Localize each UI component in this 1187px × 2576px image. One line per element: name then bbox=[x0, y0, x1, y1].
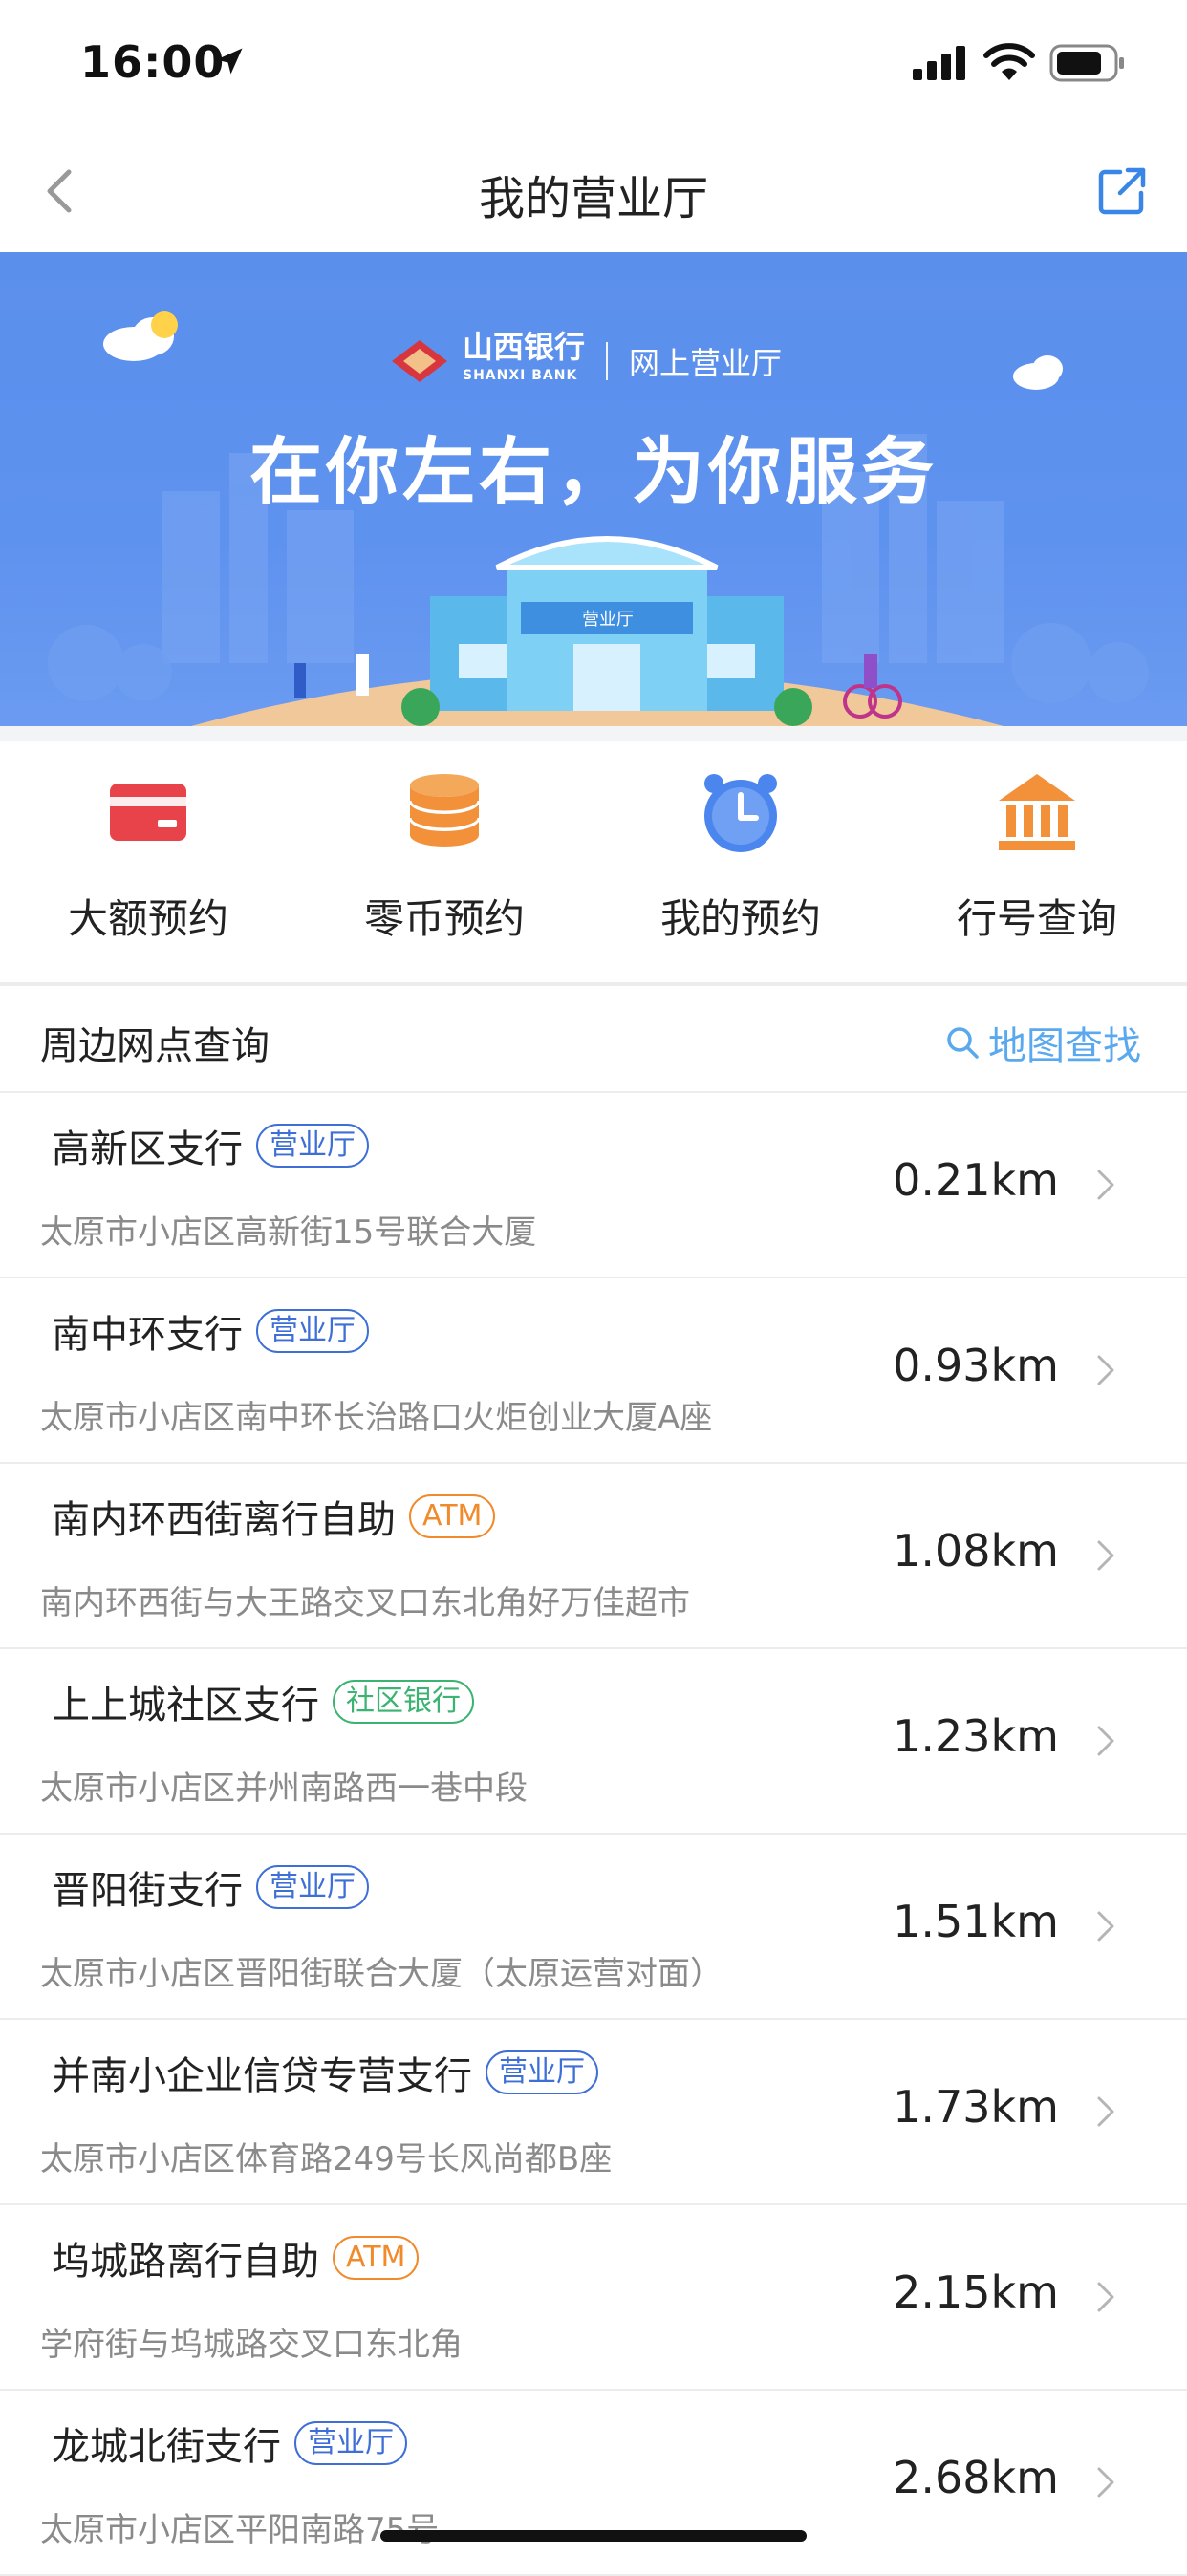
branch-name: 并南小企业信贷专营支行 bbox=[52, 2054, 472, 2098]
promo-banner[interactable]: 营业厅 山西银行 SHANXI BANK 网上营业厅 在你左右，为你服务 bbox=[0, 252, 1187, 726]
chevron-right-icon bbox=[1097, 2467, 1114, 2498]
bank-name: 山西银行 SHANXI BANK bbox=[463, 332, 585, 390]
nearby-section-header: 周边网点查询 地图查找 bbox=[0, 986, 1187, 1093]
branch-name: 晋阳街支行 bbox=[52, 1869, 243, 1913]
branch-distance: 2.15km bbox=[893, 2266, 1059, 2318]
bank-name-cn: 山西银行 bbox=[463, 329, 586, 365]
branch-distance: 1.08km bbox=[893, 1525, 1059, 1577]
bank-icon bbox=[999, 774, 1075, 850]
page-title: 我的营业厅 bbox=[478, 172, 708, 225]
branch-type-badge: 营业厅 bbox=[256, 1124, 369, 1168]
quick-action-large-amount[interactable]: 大额预约 bbox=[0, 768, 296, 945]
share-button[interactable] bbox=[1095, 164, 1149, 218]
branch-list: 高新区支行 营业厅 太原市小店区高新街15号联合大厦 0.21km 南中环支行 营业… bbox=[0, 1093, 1187, 2576]
branch-address: 学府街与坞城路交叉口东北角 bbox=[40, 2326, 463, 2364]
branch-name: 高新区支行 bbox=[52, 1127, 243, 1171]
quick-action-bank-code[interactable]: 行号查询 bbox=[889, 768, 1185, 945]
banner-slogan: 在你左右，为你服务 bbox=[249, 429, 938, 514]
card-icon bbox=[110, 784, 186, 841]
branch-distance: 1.23km bbox=[893, 1710, 1059, 1762]
branch-type-badge: 营业厅 bbox=[256, 1309, 369, 1353]
quick-action-my-reservation[interactable]: 我的预约 bbox=[593, 768, 889, 945]
list-item[interactable]: 高新区支行 营业厅 太原市小店区高新街15号联合大厦 0.21km bbox=[0, 1093, 1187, 1278]
logo-divider bbox=[606, 342, 609, 380]
branch-type-badge: 营业厅 bbox=[486, 2050, 598, 2094]
branch-distance: 1.51km bbox=[893, 1896, 1059, 1947]
alarm-clock-icon bbox=[704, 774, 777, 852]
branch-address: 太原市小店区南中环长治路口火炬创业大厦A座 bbox=[40, 1399, 713, 1437]
list-item[interactable]: 南中环支行 营业厅 太原市小店区南中环长治路口火炬创业大厦A座 0.93km bbox=[0, 1278, 1187, 1464]
status-time: 16:00 bbox=[80, 36, 226, 88]
branch-name: 上上城社区支行 bbox=[52, 1684, 319, 1728]
branch-distance: 1.73km bbox=[893, 2081, 1059, 2133]
list-item[interactable]: 晋阳街支行 营业厅 太原市小店区晋阳街联合大厦（太原运营对面） 1.51km bbox=[0, 1835, 1187, 2020]
divider bbox=[0, 726, 1187, 741]
branch-name: 龙城北街支行 bbox=[52, 2425, 281, 2469]
chevron-right-icon bbox=[1097, 2096, 1114, 2127]
branch-type-badge: ATM bbox=[333, 2236, 420, 2280]
bank-logo: 山西银行 SHANXI BANK 网上营业厅 bbox=[386, 331, 782, 392]
branch-address: 太原市小店区体育路249号长风尚都B座 bbox=[40, 2140, 613, 2179]
quick-action-label: 大额预约 bbox=[67, 895, 228, 942]
section-title: 周边网点查询 bbox=[40, 1024, 270, 1068]
branch-address: 南内环西街与大王路交叉口东北角好万佳超市 bbox=[40, 1584, 690, 1622]
quick-actions: 大额预约 零币预约 我的预约 行号查询 bbox=[0, 741, 1187, 982]
branch-distance: 0.93km bbox=[893, 1340, 1059, 1391]
wifi-icon bbox=[983, 43, 1035, 80]
quick-action-label: 我的预约 bbox=[659, 895, 821, 942]
branch-address: 太原市小店区平阳南路75号 bbox=[40, 2511, 440, 2549]
map-search-button[interactable]: 地图查找 bbox=[944, 1015, 1141, 1070]
branch-name: 南内环西街离行自助 bbox=[52, 1498, 396, 1542]
quick-action-label: 零币预约 bbox=[363, 895, 525, 942]
search-icon bbox=[947, 1027, 979, 1059]
chevron-right-icon bbox=[1097, 1355, 1114, 1385]
chevron-right-icon bbox=[1097, 1911, 1114, 1942]
list-item[interactable]: 并南小企业信贷专营支行 营业厅 太原市小店区体育路249号长风尚都B座 1.73k… bbox=[0, 2020, 1187, 2205]
channel-name: 网上营业厅 bbox=[629, 345, 783, 381]
list-item[interactable]: 龙城北街支行 营业厅 太原市小店区平阳南路75号 2.68km bbox=[0, 2391, 1187, 2576]
status-bar: 16:00 bbox=[0, 0, 1187, 124]
chevron-right-icon bbox=[1097, 2282, 1114, 2312]
chevron-right-icon bbox=[1097, 1540, 1114, 1571]
map-search-label: 地图查找 bbox=[988, 1024, 1141, 1068]
bank-logo-icon bbox=[392, 340, 447, 382]
list-item[interactable]: 上上城社区支行 社区银行 太原市小店区并州南路西一巷中段 1.23km bbox=[0, 1649, 1187, 1835]
branch-name: 坞城路离行自助 bbox=[52, 2240, 319, 2284]
navigation-bar: 我的营业厅 bbox=[0, 124, 1187, 252]
building-sign: 营业厅 bbox=[582, 610, 634, 630]
branch-name: 南中环支行 bbox=[52, 1313, 243, 1357]
quick-action-coin[interactable]: 零币预约 bbox=[296, 768, 593, 945]
branch-distance: 0.21km bbox=[893, 1154, 1059, 1206]
branch-distance: 2.68km bbox=[893, 2452, 1059, 2503]
branch-type-badge: ATM bbox=[409, 1494, 496, 1538]
list-item[interactable]: 南内环西街离行自助 ATM 南内环西街与大王路交叉口东北角好万佳超市 1.08km bbox=[0, 1464, 1187, 1649]
battery-icon bbox=[1049, 44, 1124, 82]
coin-stack-icon bbox=[408, 774, 481, 847]
chevron-right-icon bbox=[1097, 1726, 1114, 1756]
branch-address: 太原市小店区晋阳街联合大厦（太原运营对面） bbox=[40, 1955, 723, 1993]
branch-address: 太原市小店区高新街15号联合大厦 bbox=[40, 1213, 537, 1252]
home-indicator[interactable] bbox=[380, 2530, 807, 2542]
branch-address: 太原市小店区并州南路西一巷中段 bbox=[40, 1770, 528, 1808]
bank-name-en: SHANXI BANK bbox=[463, 368, 578, 383]
cellular-signal-icon bbox=[913, 46, 965, 80]
quick-action-label: 行号查询 bbox=[956, 895, 1117, 942]
location-arrow-icon bbox=[216, 48, 243, 75]
chevron-right-icon bbox=[1097, 1170, 1114, 1200]
branch-type-badge: 营业厅 bbox=[294, 2421, 407, 2465]
list-item[interactable]: 坞城路离行自助 ATM 学府街与坞城路交叉口东北角 2.15km bbox=[0, 2205, 1187, 2391]
branch-type-badge: 营业厅 bbox=[256, 1865, 369, 1909]
branch-type-badge: 社区银行 bbox=[333, 1680, 474, 1724]
